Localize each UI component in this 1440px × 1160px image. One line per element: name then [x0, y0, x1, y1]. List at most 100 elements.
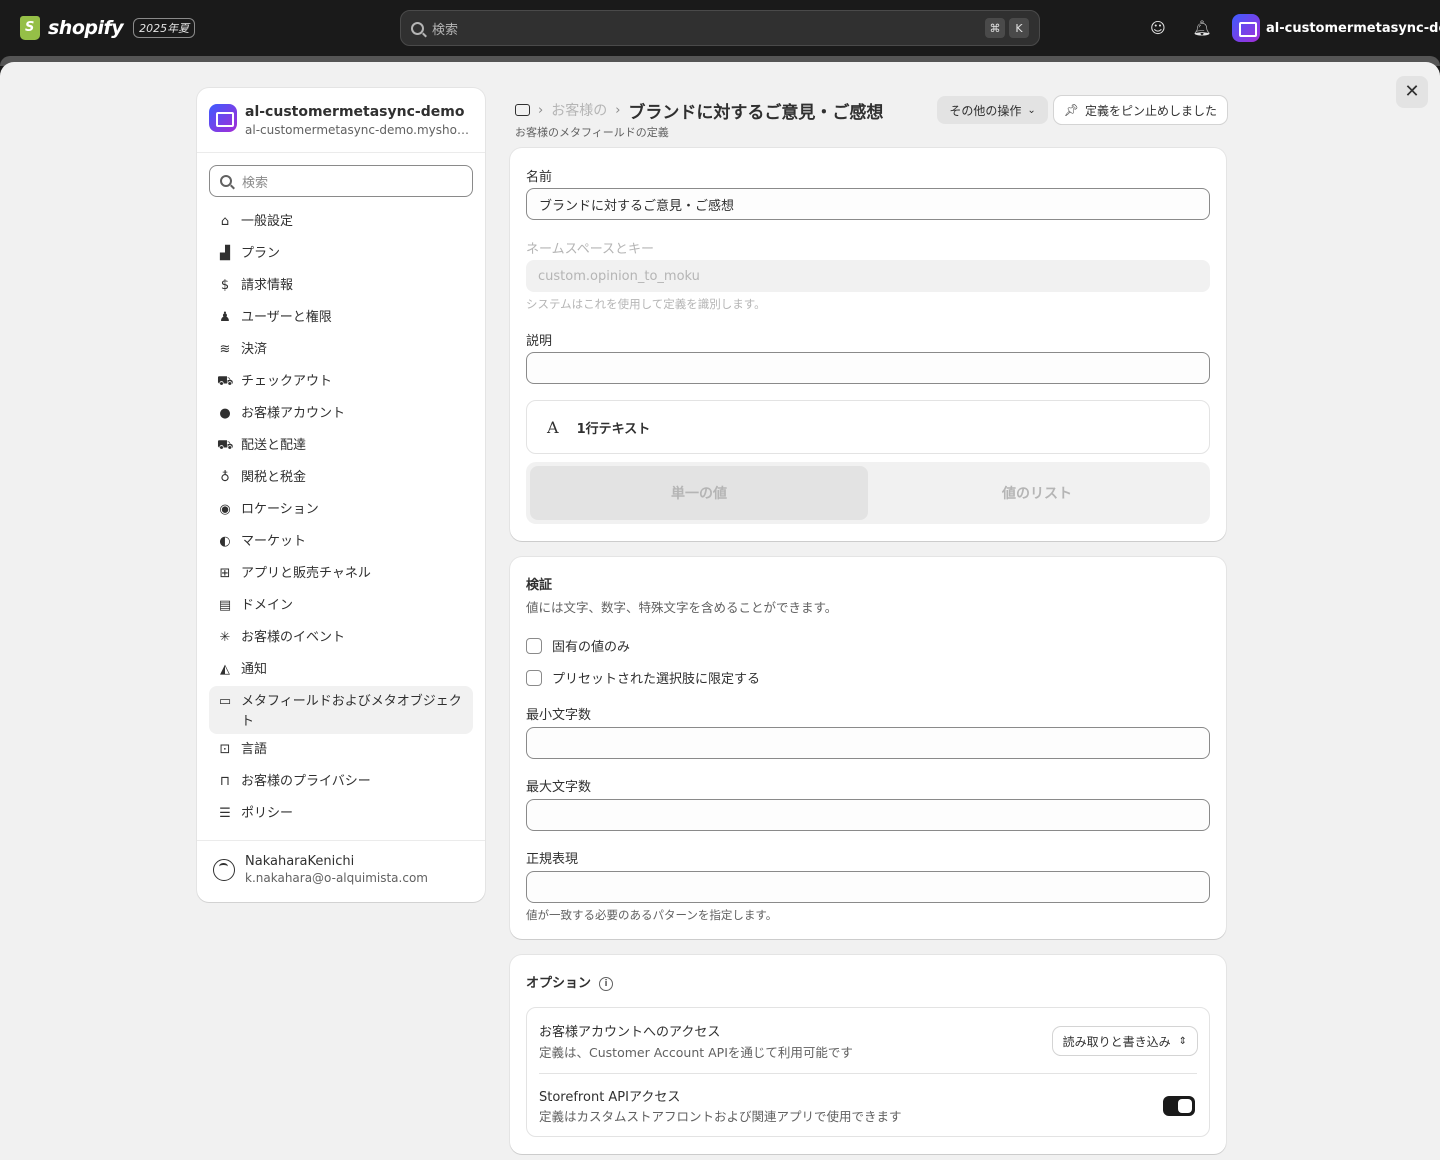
tax-icon: ♁ [220, 470, 230, 485]
sidebar-item-label: チェックアウト [241, 374, 333, 389]
person-icon: ● [219, 406, 231, 421]
options-card: オプション i お客様アカウントへのアクセス 定義は、Customer Accou… [510, 955, 1226, 1154]
close-button[interactable]: ✕ [1396, 76, 1428, 108]
sidebar-item-billing[interactable]: $ 請求情報 [209, 270, 473, 302]
sidebar-item-metafield[interactable]: ▭ メタフィールドおよびメタオブジェクト [209, 686, 473, 734]
store-title: al-customermetasync-demo [245, 104, 465, 120]
sidebar-item-store[interactable]: ⌂ 一般設定 [209, 206, 473, 238]
more-actions-button[interactable]: その他の操作 ⌄ [937, 96, 1048, 124]
sidebar-item-label: 言語 [241, 742, 268, 757]
settings-sidebar: al-customermetasync-demo al-customermeta… [197, 88, 485, 902]
sidebar-item-tax[interactable]: ♁ 関税と税金 [209, 462, 473, 494]
shortcut-k: K [1009, 18, 1029, 38]
sidebar-item-label: お客様のプライバシー [241, 774, 371, 789]
storefront-access-toggle[interactable] [1163, 1096, 1195, 1116]
sidebar-item-domain[interactable]: ▤ ドメイン [209, 590, 473, 622]
bell-icon: ◭ [220, 662, 230, 677]
type-selector[interactable]: A 1行テキスト [526, 400, 1210, 454]
description-input[interactable] [526, 352, 1210, 384]
sidebar-item-payments[interactable]: ≋ 決済 [209, 334, 473, 366]
sidebar-item-truck[interactable]: ⛟ 配送と配達 [209, 430, 473, 462]
regex-help: 値が一致する必要のあるパターンを指定します。 [526, 908, 778, 922]
user-profile[interactable]: NakaharaKenichi k.nakahara@o-alquimista.… [213, 854, 428, 885]
sidebar-item-label: アプリと販売チャネル [241, 566, 371, 581]
page-subtitle: お客様のメタフィールドの定義 [515, 126, 669, 139]
bell-icon[interactable]: 🔔︎ [1192, 18, 1212, 38]
plan-icon: ▟ [220, 246, 230, 261]
payments-icon: ≋ [219, 342, 231, 357]
sidebar-item-users[interactable]: ♟ ユーザーと権限 [209, 302, 473, 334]
page-title: ブランドに対するご意見・ご感想 [628, 102, 884, 123]
name-label: 名前 [526, 170, 553, 185]
preset-choices-label: プリセットされた選択肢に限定する [552, 672, 761, 687]
namespace-value: custom.opinion_to_moku [538, 268, 700, 284]
options-box: お客様アカウントへのアクセス 定義は、Customer Account APIを… [526, 1007, 1210, 1137]
truck-icon: ⛟ [217, 438, 234, 453]
top-bar: shopify 2025年夏 検索 ⌘ K ☺ 🔔︎ al-customerme… [0, 0, 1440, 56]
sidebar-item-cursor[interactable]: ✳ お客様のイベント [209, 622, 473, 654]
chevron-updown-icon: ⇕ [1178, 1035, 1187, 1047]
definition-card: 名前 ブランドに対するご意見・ご感想 ネームスペースとキー custom.opi… [510, 148, 1226, 541]
pin-button[interactable]: 📌︎ 定義をピン止めしました [1053, 96, 1227, 124]
sidebar-item-label: お客様アカウント [241, 406, 346, 421]
list-value-option[interactable]: 値のリスト [868, 466, 1206, 520]
customer-access-select[interactable]: 読み取りと書き込み ⇕ [1052, 1027, 1197, 1055]
store-name: al-customermetasync-de... [1266, 20, 1440, 36]
min-length-input[interactable] [526, 727, 1210, 759]
name-input[interactable]: ブランドに対するご意見・ご感想 [526, 188, 1210, 220]
text-type-icon: A [547, 417, 559, 437]
max-length-input[interactable] [526, 799, 1210, 831]
sidebar-item-lock[interactable]: ⊓ お客様のプライバシー [209, 766, 473, 798]
shopify-logo[interactable]: shopify 2025年夏 [20, 16, 196, 40]
customer-access-value: 読み取りと書き込み [1062, 1034, 1171, 1049]
min-length-label: 最小文字数 [526, 708, 592, 723]
sidebar-store[interactable]: al-customermetasync-demo al-customermeta… [209, 104, 473, 137]
preset-choices-checkbox[interactable] [526, 669, 542, 686]
globe-icon: ◐ [219, 534, 231, 549]
sidebar-item-apps[interactable]: ⊞ アプリと販売チャネル [209, 558, 473, 590]
shopify-bag-icon [20, 16, 40, 40]
unique-only-row[interactable]: 固有の値のみ [526, 636, 630, 655]
sidebar-item-globe[interactable]: ◐ マーケット [209, 526, 473, 558]
store-menu[interactable]: al-customermetasync-de... [1232, 14, 1440, 42]
sidebar-item-label: 請求情報 [241, 278, 294, 293]
sidebar-item-bell[interactable]: ◭ 通知 [209, 654, 473, 686]
sidebar-item-cart[interactable]: ⛟ チェックアウト [209, 366, 473, 398]
sidebar-item-label: 配送と配達 [241, 438, 307, 453]
namespace-label: ネームスペースとキー [526, 242, 655, 257]
value-mode-toggle: 単一の値 値のリスト [526, 462, 1210, 524]
namespace-help: システムはこれを使用して定義を識別します。 [526, 297, 766, 311]
sidebar-item-policy[interactable]: ☰ ポリシー [209, 798, 473, 830]
sidebar-item-language[interactable]: ⊡ 言語 [209, 734, 473, 766]
metafield-icon: ▭ [218, 694, 232, 709]
sidebar-item-label: プラン [241, 246, 281, 261]
location-icon: ◉ [219, 502, 231, 517]
chevron-down-icon: ⌄ [1027, 104, 1036, 116]
preset-choices-row[interactable]: プリセットされた選択肢に限定する [526, 668, 760, 687]
sidebar-item-person[interactable]: ● お客様アカウント [209, 398, 473, 430]
unique-only-checkbox[interactable] [526, 637, 542, 654]
metafield-icon[interactable] [515, 104, 530, 116]
sidebar-item-label: 通知 [241, 662, 268, 677]
sidebar-item-label: 決済 [241, 342, 268, 357]
validation-title: 検証 [526, 578, 553, 593]
sidekick-icon[interactable]: ☺ [1148, 18, 1168, 38]
max-length-label: 最大文字数 [526, 780, 592, 795]
sidebar-item-label: お客様のイベント [241, 630, 346, 645]
info-icon[interactable]: i [599, 976, 614, 991]
sidebar-search-input[interactable]: 検索 [209, 165, 473, 197]
breadcrumb-prev[interactable]: お客様の [551, 100, 607, 120]
global-search-input[interactable]: 検索 ⌘ K [400, 10, 1040, 46]
shortcut-cmd: ⌘ [985, 18, 1005, 38]
sidebar-item-location[interactable]: ◉ ロケーション [209, 494, 473, 526]
validation-subtitle: 値には文字、数字、特殊文字を含めることができます。 [526, 600, 838, 615]
search-placeholder: 検索 [432, 22, 459, 38]
apps-icon: ⊞ [219, 566, 231, 581]
store-avatar [209, 104, 237, 132]
type-label: 1行テキスト [576, 421, 651, 437]
name-value: ブランドに対するご意見・ご感想 [539, 198, 735, 214]
sidebar-item-plan[interactable]: ▟ プラン [209, 238, 473, 270]
edition-badge[interactable]: 2025年夏 [133, 18, 196, 38]
single-value-option[interactable]: 単一の値 [530, 466, 868, 520]
regex-input[interactable] [526, 871, 1210, 903]
